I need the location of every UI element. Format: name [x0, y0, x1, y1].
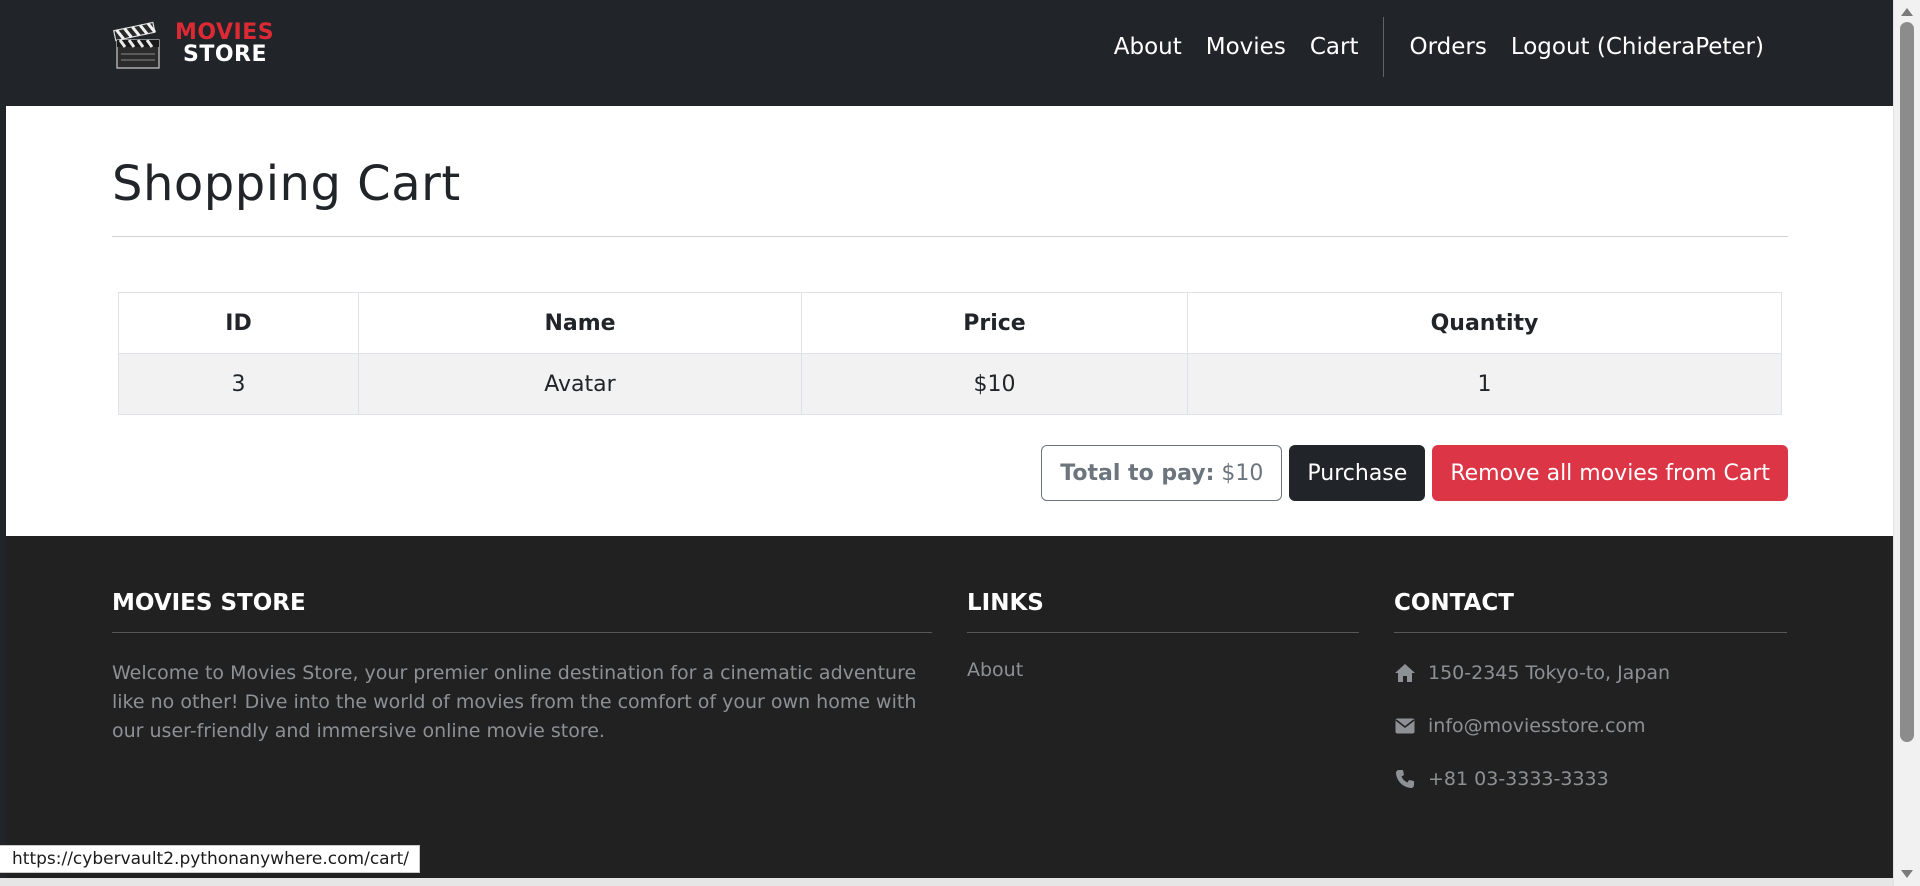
header-quantity: Quantity: [1187, 292, 1782, 354]
contact-phone: +81 03-3333-3333: [1394, 765, 1787, 792]
footer-title-store: MOVIES STORE: [112, 590, 306, 616]
header-name: Name: [358, 292, 802, 354]
footer: MOVIES STORE Welcome to Movies Store, yo…: [6, 536, 1893, 886]
nav-link-cart[interactable]: Cart: [1298, 34, 1371, 60]
scroll-down-arrow-icon[interactable]: [1901, 870, 1913, 878]
header-id: ID: [118, 292, 359, 354]
cell-id: 3: [118, 353, 359, 415]
cell-price: $10: [801, 353, 1188, 415]
footer-description: Welcome to Movies Store, your premier on…: [112, 662, 917, 742]
total-label: Total to pay:: [1060, 460, 1215, 486]
total-to-pay: Total to pay: $10: [1041, 445, 1283, 501]
total-value: $10: [1221, 460, 1264, 486]
footer-divider: [1394, 632, 1787, 633]
remove-all-button[interactable]: Remove all movies from Cart: [1432, 445, 1788, 501]
vertical-scrollbar[interactable]: [1893, 0, 1920, 886]
scrollbar-thumb[interactable]: [1900, 22, 1914, 742]
brand-line-movies: MOVIES: [175, 20, 275, 45]
nav-links: About Movies Cart Orders Logout (Chidera…: [1102, 17, 1776, 77]
cell-name: Avatar: [358, 353, 802, 415]
contact-address: 150-2345 Tokyo-to, Japan: [1394, 659, 1787, 686]
envelope-icon: [1394, 715, 1416, 737]
contact-email: info@moviesstore.com: [1394, 712, 1787, 739]
nav-link-movies[interactable]: Movies: [1194, 34, 1298, 60]
nav-divider: [1383, 17, 1385, 77]
contact-phone-text: +81 03-3333-3333: [1428, 767, 1609, 790]
main-content: Shopping Cart ID Name Price Quantity 3 A…: [6, 106, 1893, 536]
footer-about-column: MOVIES STORE Welcome to Movies Store, yo…: [112, 590, 932, 746]
window-bottom-edge: [0, 878, 1893, 886]
status-bar-url: https://cybervault2.pythonanywhere.com/c…: [0, 845, 420, 873]
clapperboard-icon: [111, 16, 165, 72]
brand-logo[interactable]: MOVIES STORE: [111, 16, 274, 72]
brand-line-store: STORE: [183, 42, 268, 67]
footer-link-about[interactable]: About: [967, 659, 1359, 681]
nav-link-logout[interactable]: Logout (ChideraPeter): [1499, 34, 1776, 60]
home-icon: [1394, 662, 1416, 684]
footer-contact-column: CONTACT 150-2345 Tokyo-to, Japan info@mo…: [1394, 590, 1787, 792]
header-price: Price: [801, 292, 1188, 354]
footer-divider: [967, 632, 1359, 633]
table-row: 3 Avatar $10 1: [118, 353, 1782, 415]
nav-link-about[interactable]: About: [1102, 34, 1194, 60]
cell-quantity: 1: [1187, 353, 1782, 415]
cart-actions: Total to pay: $10 Purchase Remove all mo…: [1041, 445, 1788, 501]
footer-title-links: LINKS: [967, 590, 1044, 616]
footer-divider: [112, 632, 932, 633]
scroll-up-arrow-icon[interactable]: [1901, 8, 1913, 16]
footer-title-contact: CONTACT: [1394, 590, 1514, 616]
contact-email-text: info@moviesstore.com: [1428, 714, 1646, 737]
title-divider: [112, 236, 1788, 237]
page-title: Shopping Cart: [112, 156, 461, 212]
footer-links-column: LINKS About: [967, 590, 1359, 681]
navbar: MOVIES STORE About Movies Cart Orders Lo…: [0, 0, 1893, 106]
table-header-row: ID Name Price Quantity: [118, 292, 1782, 354]
purchase-button[interactable]: Purchase: [1289, 445, 1426, 501]
phone-icon: [1394, 768, 1416, 790]
cart-table: ID Name Price Quantity 3 Avatar $10 1: [118, 292, 1782, 415]
nav-link-orders[interactable]: Orders: [1397, 34, 1498, 60]
contact-address-text: 150-2345 Tokyo-to, Japan: [1428, 661, 1671, 684]
